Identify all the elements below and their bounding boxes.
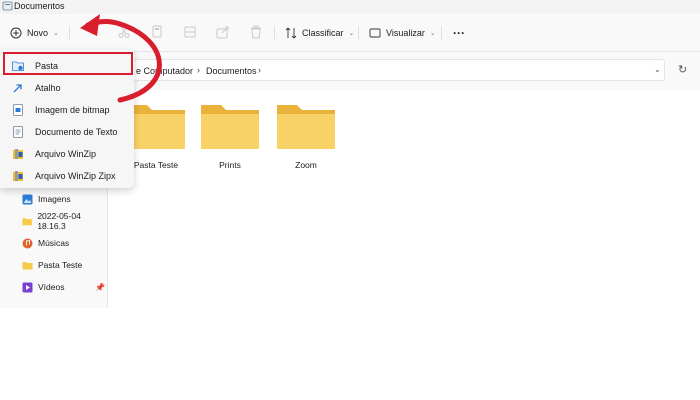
- folder-item-prints[interactable]: Prints: [197, 101, 263, 170]
- highlight-box: [3, 52, 133, 75]
- pin-icon: 📌: [95, 283, 105, 292]
- more-options-button[interactable]: ···: [453, 22, 465, 44]
- bitmap-image-icon: [13, 104, 23, 116]
- menu-item-shortcut[interactable]: Atalho: [6, 78, 130, 98]
- menu-item-label: Arquivo WinZip Zipx: [35, 171, 116, 181]
- menu-item-text-document[interactable]: Documento de Texto: [6, 122, 130, 142]
- toolbar-divider: [69, 26, 70, 40]
- toolbar-divider: [441, 26, 442, 40]
- shortcut-icon: [13, 84, 22, 93]
- menu-item-label: Imagem de bitmap: [35, 105, 110, 115]
- address-bar[interactable]: e Computador › Documentos › ⌄ ↻: [133, 59, 693, 81]
- menu-item-winzip-zipx[interactable]: Arquivo WinZip Zipx: [6, 166, 130, 186]
- chevron-down-icon: ⌄: [348, 30, 355, 37]
- paste-icon[interactable]: [182, 24, 198, 40]
- folder-name: Zoom: [295, 160, 317, 170]
- folder-icon: [22, 217, 32, 225]
- title-bar: Documentos: [0, 0, 700, 14]
- text-document-icon: [13, 126, 23, 138]
- view-button-label: Visualizar: [386, 28, 425, 38]
- sidebar-item-label: Imagens: [38, 194, 71, 204]
- breadcrumb-documents[interactable]: Documentos: [206, 66, 257, 76]
- chevron-down-icon: ⌄: [53, 30, 59, 37]
- pictures-icon: [22, 194, 33, 204]
- folder-name: Prints: [219, 160, 241, 170]
- share-icon[interactable]: [215, 24, 231, 40]
- more-icon: ···: [453, 26, 465, 40]
- chevron-down-icon: ⌄: [429, 30, 436, 37]
- winzip-icon: [13, 149, 23, 159]
- sidebar-item-pasta-teste[interactable]: Pasta Teste: [22, 257, 82, 273]
- new-button-label: Novo: [27, 28, 49, 38]
- menu-item-bitmap-image[interactable]: Imagem de bitmap: [6, 100, 130, 120]
- breadcrumb-separator-icon: ›: [197, 65, 200, 75]
- menu-item-label: Atalho: [35, 83, 61, 93]
- sidebar-item-videos[interactable]: Vídeos: [22, 279, 64, 295]
- sort-icon: [285, 27, 297, 39]
- sidebar-item-label: Vídeos: [38, 282, 65, 292]
- toolbar-divider: [358, 26, 359, 40]
- plus-circle-icon: [10, 27, 22, 39]
- sidebar-item-label: Pasta Teste: [38, 260, 83, 270]
- sidebar-item-images[interactable]: Imagens: [22, 191, 71, 207]
- folder-icon: [277, 105, 335, 149]
- refresh-icon[interactable]: ↻: [678, 63, 687, 76]
- sidebar-item-folder-2022[interactable]: 2022-05-04 18.16.3: [22, 211, 107, 231]
- sidebar-item-label: Músicas: [38, 238, 70, 248]
- address-dropdown-icon[interactable]: ⌄: [654, 65, 661, 74]
- videos-icon: [22, 282, 33, 292]
- cut-icon[interactable]: [116, 24, 132, 40]
- address-field[interactable]: e Computador › Documentos › ⌄: [133, 59, 665, 81]
- folder-item-zoom[interactable]: Zoom: [273, 101, 339, 170]
- view-icon: [369, 28, 381, 38]
- menu-item-winzip[interactable]: Arquivo WinZip: [6, 144, 130, 164]
- sidebar-item-music[interactable]: Músicas: [22, 235, 69, 251]
- documents-app-icon: [2, 1, 13, 11]
- delete-icon[interactable]: [248, 24, 264, 40]
- new-button[interactable]: Novo ⌄: [10, 22, 59, 44]
- folder-icon: [201, 105, 259, 149]
- sort-button-label: Classificar: [302, 28, 344, 38]
- sort-button[interactable]: Classificar ⌄: [285, 22, 354, 44]
- copy-icon[interactable]: [149, 24, 165, 40]
- folder-icon: [127, 105, 185, 149]
- breadcrumb-separator-icon: ›: [258, 65, 261, 75]
- menu-item-label: Arquivo WinZip: [35, 149, 97, 159]
- breadcrumb-computer[interactable]: e Computador: [136, 66, 193, 76]
- command-bar: Novo ⌄ Classificar ⌄ Visualizar ⌄ ···: [0, 14, 700, 52]
- winzip-zipx-icon: [13, 171, 23, 181]
- view-button[interactable]: Visualizar ⌄: [369, 22, 436, 44]
- music-icon: [22, 238, 33, 248]
- folder-icon: [22, 261, 33, 269]
- sidebar-item-label: 2022-05-04 18.16.3: [37, 211, 81, 231]
- menu-item-label: Documento de Texto: [35, 127, 118, 137]
- toolbar-divider: [274, 26, 275, 40]
- window-title: Documentos: [14, 1, 65, 11]
